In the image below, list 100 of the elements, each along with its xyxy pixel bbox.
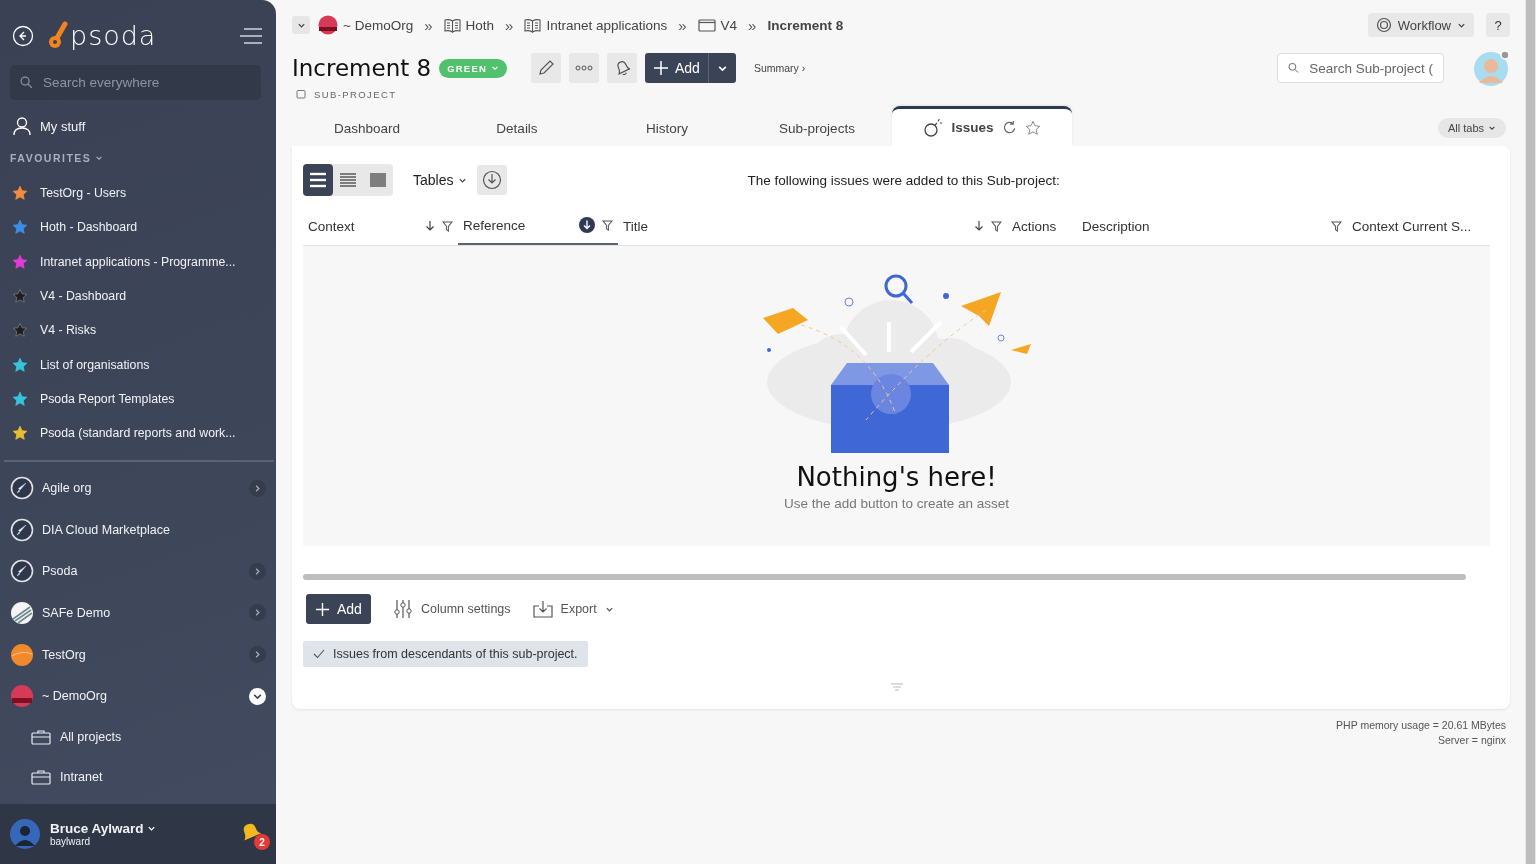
tab[interactable]: History <box>592 110 742 146</box>
filter-icon[interactable] <box>991 220 1002 232</box>
logo-icon <box>48 20 68 51</box>
summary-link[interactable]: Summary › <box>753 62 806 74</box>
horizontal-scrollbar[interactable] <box>303 574 1466 580</box>
column-settings-button[interactable]: Column settings <box>392 599 511 619</box>
more-button[interactable] <box>569 53 599 83</box>
chevron-down-icon <box>1488 124 1496 132</box>
list-view-icon <box>338 171 358 189</box>
expand-button[interactable] <box>249 604 266 622</box>
edit-button[interactable] <box>531 53 561 83</box>
notification-count: 2 <box>254 834 270 850</box>
sidebar-org-item[interactable]: SAFe Demo <box>0 592 276 634</box>
chevron-down-icon <box>95 154 104 162</box>
list-view-icon <box>308 171 328 189</box>
dropdown-button[interactable] <box>292 16 310 34</box>
breadcrumb-link[interactable]: Hoth <box>443 17 495 33</box>
breadcrumb-separator: » <box>748 16 757 34</box>
chevron-right-icon <box>253 650 262 660</box>
refresh-icon[interactable] <box>1001 120 1017 135</box>
sort-arrow-icon[interactable] <box>974 220 984 232</box>
favourite-link[interactable]: Intranet applications - Programme... <box>0 244 276 279</box>
help-button[interactable]: ? <box>1486 13 1510 37</box>
download-icon <box>482 170 503 190</box>
column-header[interactable]: Context Current S... <box>1347 207 1485 245</box>
expand-button[interactable] <box>249 479 266 497</box>
breadcrumb-link[interactable]: Intranet applications <box>524 17 668 33</box>
rocket-logo-icon <box>10 517 34 542</box>
sidebar-org-item[interactable]: DIA Cloud Marketplace <box>0 508 276 551</box>
expand-button[interactable] <box>249 562 266 580</box>
column-header[interactable]: Context <box>303 207 458 245</box>
filter-icon[interactable] <box>442 220 453 232</box>
column-header[interactable]: Title <box>618 207 1007 245</box>
favourites-toggle[interactable]: FAVOURITES <box>0 144 276 176</box>
back-button[interactable] <box>12 24 34 47</box>
export-button[interactable]: Export <box>532 600 614 618</box>
sidebar-org-item[interactable]: ~ DemoOrg <box>0 675 276 717</box>
tables-dropdown[interactable]: Tables <box>413 172 468 188</box>
download-button[interactable] <box>477 165 508 195</box>
vertical-scrollbar[interactable] <box>1525 0 1536 864</box>
tab[interactable]: Sub-projects <box>742 110 892 146</box>
add-button[interactable]: Add <box>645 53 736 83</box>
column-header[interactable]: Actions <box>1007 207 1077 245</box>
rocket-logo-icon <box>10 559 34 584</box>
sidebar-project-item[interactable]: All projects <box>0 716 276 757</box>
user-menu[interactable]: Bruce Aylward baylward <box>50 821 228 847</box>
export-icon <box>532 600 553 618</box>
favourite-link[interactable]: Psoda Report Templates <box>0 381 276 417</box>
all-tabs-button[interactable]: All tabs <box>1437 118 1506 138</box>
favourite-link[interactable]: TestOrg - Users <box>0 176 276 211</box>
sub-project-icon <box>296 89 306 99</box>
org-logo-icon <box>10 684 34 709</box>
plus-icon <box>315 601 330 617</box>
user-avatar[interactable] <box>1474 50 1510 86</box>
chevron-down-icon <box>147 824 156 833</box>
bomb-icon <box>923 118 944 137</box>
sidebar-project-item[interactable]: Intranet <box>0 756 276 797</box>
tab[interactable]: Details <box>442 110 592 146</box>
org-logo-icon <box>318 15 338 35</box>
sidebar-org-item[interactable]: Agile org <box>0 467 276 509</box>
breadcrumb-separator: » <box>678 16 687 34</box>
sidebar-org-item[interactable]: TestOrg <box>0 633 276 676</box>
breadcrumb-link[interactable]: ~ DemoOrg <box>318 15 414 35</box>
add-button[interactable]: Add <box>306 594 371 624</box>
filter-toggle[interactable]: Issues from descendants of this sub-project. <box>303 641 588 667</box>
sort-arrow-icon[interactable] <box>425 220 435 232</box>
search-icon <box>1288 61 1300 75</box>
view-mode-button[interactable] <box>303 164 333 196</box>
sidebar-org-item[interactable]: Psoda <box>0 550 276 593</box>
favourite-link[interactable]: V4 - Dashboard <box>0 278 276 314</box>
my-stuff-link[interactable]: My stuff <box>0 100 276 144</box>
plus-icon <box>653 60 669 76</box>
chevron-down-icon <box>491 64 499 72</box>
breadcrumb-separator: » <box>505 16 514 34</box>
favourite-link[interactable]: Hoth - Dashboard <box>0 210 276 245</box>
tab[interactable]: Dashboard <box>292 110 442 146</box>
menu-icon[interactable] <box>238 26 264 45</box>
favourite-link[interactable]: List of organisations <box>0 347 276 382</box>
search-field[interactable]: Search everywhere <box>10 65 261 100</box>
collapse-button[interactable] <box>249 687 266 705</box>
logo-text: psoda <box>70 20 157 51</box>
workflow-button[interactable]: Workflow <box>1367 13 1474 37</box>
sliders-icon <box>392 599 413 619</box>
resize-handle[interactable] <box>889 683 904 691</box>
chevron-right-icon <box>253 483 262 493</box>
page-title: Increment 8 <box>292 55 432 81</box>
tab[interactable]: Issues <box>892 106 1072 146</box>
favourite-link[interactable]: V4 - Risks <box>0 313 276 348</box>
column-header[interactable]: Description <box>1077 207 1347 245</box>
sort-active-icon[interactable] <box>579 217 595 233</box>
notify-button[interactable] <box>607 53 637 83</box>
chevron-right-icon <box>253 566 262 576</box>
item-type-label: SUB-PROJECT <box>314 88 397 100</box>
filter-icon[interactable] <box>1331 220 1342 232</box>
filter-icon[interactable] <box>602 219 613 231</box>
pencil-icon <box>537 59 555 77</box>
breadcrumb-link[interactable]: V4 <box>697 17 738 33</box>
expand-button[interactable] <box>249 646 266 664</box>
favourite-link[interactable]: Psoda (standard reports and work... <box>0 416 276 451</box>
search-field[interactable]: Search Sub-project ( <box>1277 53 1444 83</box>
